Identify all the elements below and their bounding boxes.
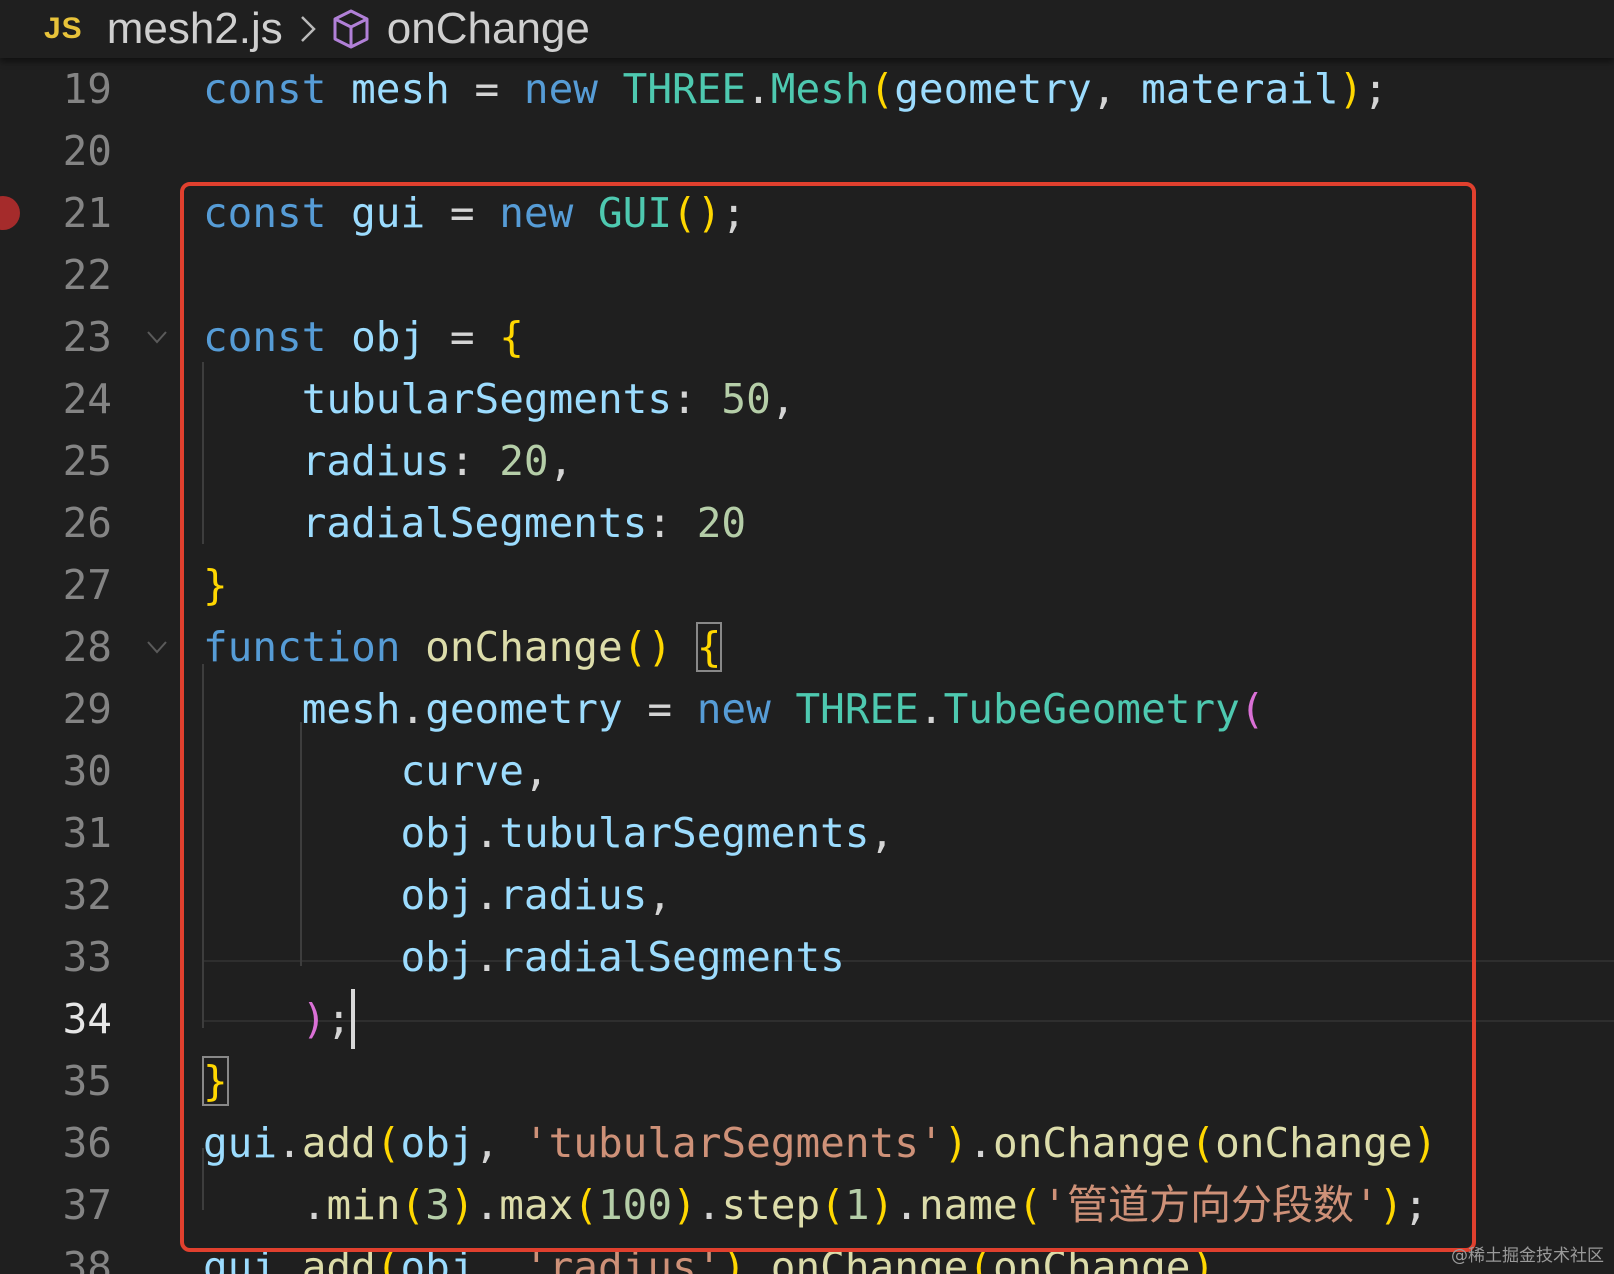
highlight-annotation-box xyxy=(180,182,1476,1252)
line-number: 34 xyxy=(62,995,112,1043)
line-number: 25 xyxy=(62,437,112,485)
breadcrumb-file-name[interactable]: mesh2.js xyxy=(107,4,283,54)
line-number: 32 xyxy=(62,871,112,919)
code-line: 19 const mesh = new THREE.Mesh(geometry,… xyxy=(0,58,1614,120)
fold-chevron-icon[interactable] xyxy=(146,326,168,348)
line-number: 24 xyxy=(62,375,112,423)
line-number: 36 xyxy=(62,1119,112,1167)
line-number: 35 xyxy=(62,1057,112,1105)
line-number: 20 xyxy=(62,127,112,175)
breadcrumb-symbol-name[interactable]: onChange xyxy=(387,4,590,54)
line-number: 27 xyxy=(62,561,112,609)
line-number: 33 xyxy=(62,933,112,981)
breadcrumb: JS mesh2.js onChange xyxy=(0,0,1614,58)
javascript-file-icon: JS xyxy=(44,12,83,45)
line-number: 23 xyxy=(62,313,112,361)
line-content: const mesh = new THREE.Mesh(geometry, ma… xyxy=(203,65,1388,113)
line-number: 29 xyxy=(62,685,112,733)
line-number: 28 xyxy=(62,623,112,671)
chevron-right-icon xyxy=(299,14,317,44)
line-number: 22 xyxy=(62,251,112,299)
line-number: 37 xyxy=(62,1181,112,1229)
line-number: 21 xyxy=(62,189,112,237)
line-number: 19 xyxy=(62,65,112,113)
line-number: 26 xyxy=(62,499,112,547)
fold-chevron-icon[interactable] xyxy=(146,636,168,658)
line-number: 38 xyxy=(62,1243,112,1274)
line-number: 31 xyxy=(62,809,112,857)
cube-icon xyxy=(331,8,371,50)
watermark: @稀土掘金技术社区 xyxy=(1451,1246,1604,1266)
code-line: 20 xyxy=(0,120,1614,182)
line-number: 30 xyxy=(62,747,112,795)
